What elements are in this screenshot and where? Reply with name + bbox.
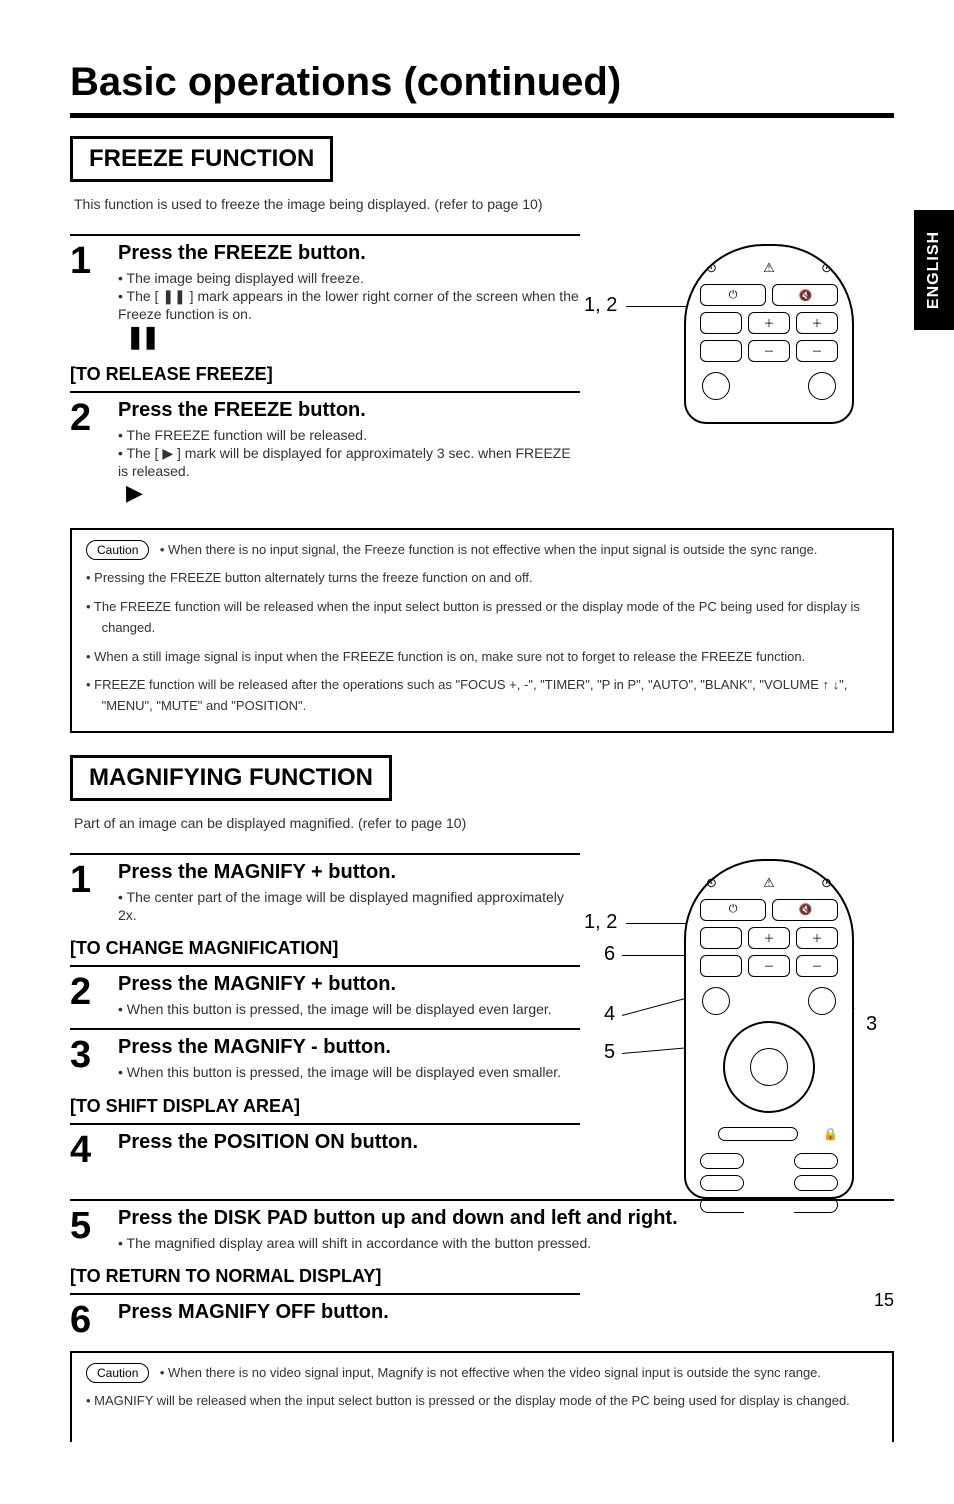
language-tab: ENGLISH xyxy=(914,210,954,330)
caution-bullet: • MAGNIFY will be released when the inpu… xyxy=(86,1391,878,1412)
language-label: ENGLISH xyxy=(925,231,943,309)
power-button: ⏻ xyxy=(700,899,766,921)
step-sub: • The FREEZE function will be released. … xyxy=(118,426,580,481)
step-title: Press the FREEZE button. xyxy=(118,399,580,422)
volume-up-button: ＋ xyxy=(796,927,838,949)
caution-box-magnify: Caution • When there is no video signal … xyxy=(70,1351,894,1442)
volume-down-button: － xyxy=(796,340,838,362)
shift-display-heading: [TO SHIFT DISPLAY AREA] xyxy=(70,1096,580,1117)
caution-label: Caution xyxy=(86,1363,149,1383)
magnify-desc: Part of an image can be displayed magnif… xyxy=(74,815,894,831)
step-number: 1 xyxy=(70,861,118,899)
remote-illustration-magnify: 1, 2 6 4 5 3 ⊙ ⚠ ⊙ ⏻ 🔇 xyxy=(614,853,894,1199)
step-number: 1 xyxy=(70,242,118,280)
magnify-step-4: 4 Press the POSITION ON button. xyxy=(70,1123,580,1169)
step-title: Press the POSITION ON button. xyxy=(118,1131,580,1154)
position-button xyxy=(702,372,730,400)
step-title: Press the FREEZE button. xyxy=(118,242,580,265)
freeze-step-2: 2 Press the FREEZE button. • The FREEZE … xyxy=(70,391,580,507)
caution-bullet: • FREEZE function will be released after… xyxy=(86,675,878,717)
disk-pad xyxy=(723,1021,815,1113)
mute-button: 🔇 xyxy=(772,899,838,921)
magnify-minus-button: － xyxy=(748,340,790,362)
remote-outline: ⊙ ⚠ ⊙ ⏻ 🔇 ＋ ＋ － － xyxy=(684,859,854,1199)
target-icon: ⊙ xyxy=(706,260,717,276)
mute-button: 🔇 xyxy=(772,284,838,306)
step-sub: • The center part of the image will be d… xyxy=(118,888,580,924)
step-title: Press the MAGNIFY + button. xyxy=(118,973,580,996)
caution-box-freeze: Caution • When there is no input signal,… xyxy=(70,528,894,733)
target-icon: ⊙ xyxy=(821,260,832,276)
remote-illustration-freeze: 1, 2 ⊙ ⚠ ⊙ ⏻ 🔇 ＋ ＋ － xyxy=(614,234,894,516)
step-sub: • When this button is pressed, the image… xyxy=(118,1063,580,1081)
remote-small-button xyxy=(700,1153,744,1169)
page-number: 15 xyxy=(874,1290,894,1311)
disk-pad-center xyxy=(750,1048,788,1086)
callout-1-2: 1, 2 xyxy=(584,294,617,317)
warning-icon: ⚠ xyxy=(763,260,775,276)
freeze-step-1: 1 Press the FREEZE button. • The image b… xyxy=(70,234,580,350)
volume-down-button: － xyxy=(796,955,838,977)
callout-6: 6 xyxy=(604,943,615,966)
freeze-desc: This function is used to freeze the imag… xyxy=(74,196,894,212)
magnify-step-1: 1 Press the MAGNIFY + button. • The cent… xyxy=(70,853,580,924)
magnify-step-2: 2 Press the MAGNIFY + button. • When thi… xyxy=(70,965,580,1018)
remote-small-button xyxy=(794,1197,838,1213)
freeze-button xyxy=(700,312,742,334)
step-title: Press the MAGNIFY - button. xyxy=(118,1036,580,1059)
step-number: 4 xyxy=(70,1131,118,1169)
volume-up-button: ＋ xyxy=(796,312,838,334)
position-button xyxy=(702,987,730,1015)
step-number: 3 xyxy=(70,1036,118,1074)
caution-intro: • When there is no input signal, the Fre… xyxy=(160,542,818,557)
change-magnification-heading: [TO CHANGE MAGNIFICATION] xyxy=(70,938,580,959)
page-title: Basic operations (continued) xyxy=(70,60,894,118)
step-number: 5 xyxy=(70,1207,118,1245)
release-freeze-heading: [TO RELEASE FREEZE] xyxy=(70,364,580,385)
magnify-heading: MAGNIFYING FUNCTION xyxy=(70,755,392,801)
caution-bullet: • The FREEZE function will be released w… xyxy=(86,597,878,639)
remote-outline: ⊙ ⚠ ⊙ ⏻ 🔇 ＋ ＋ － － xyxy=(684,244,854,424)
remote-small-button xyxy=(700,1175,744,1191)
caution-label: Caution xyxy=(86,540,149,560)
off-button xyxy=(700,340,742,362)
step-number: 2 xyxy=(70,973,118,1011)
step-number: 2 xyxy=(70,399,118,437)
lock-icon: 🔒 xyxy=(823,1127,838,1141)
callout-3: 3 xyxy=(866,1013,877,1036)
magnify-step-6: 6 Press MAGNIFY OFF button. xyxy=(70,1293,580,1339)
target-icon: ⊙ xyxy=(706,875,717,891)
remote-small-button xyxy=(794,1153,838,1169)
off-button xyxy=(700,955,742,977)
menu-button xyxy=(808,987,836,1015)
magnify-step-3: 3 Press the MAGNIFY - button. • When thi… xyxy=(70,1028,580,1081)
step-sub: • The magnified display area will shift … xyxy=(118,1234,894,1252)
freeze-button xyxy=(700,927,742,949)
caution-bullet: • Pressing the FREEZE button alternately… xyxy=(86,568,878,589)
callout-5: 5 xyxy=(604,1041,615,1064)
step-title: Press MAGNIFY OFF button. xyxy=(118,1301,580,1324)
remote-small-button xyxy=(700,1197,744,1213)
play-icon: ▶ xyxy=(126,480,143,506)
magnify-plus-button: ＋ xyxy=(748,312,790,334)
power-button: ⏻ xyxy=(700,284,766,306)
return-normal-heading: [TO RETURN TO NORMAL DISPLAY] xyxy=(70,1266,894,1287)
warning-icon: ⚠ xyxy=(763,875,775,891)
magnify-plus-button: ＋ xyxy=(748,927,790,949)
step-sub: • The image being displayed will freeze.… xyxy=(118,269,580,324)
step-number: 6 xyxy=(70,1301,118,1339)
caution-intro: • When there is no video signal input, M… xyxy=(160,1365,821,1380)
freeze-heading: FREEZE FUNCTION xyxy=(70,136,333,182)
caution-bullet: • When a still image signal is input whe… xyxy=(86,647,878,668)
magnify-minus-button: － xyxy=(748,955,790,977)
slider xyxy=(718,1127,798,1141)
callout-1-2: 1, 2 xyxy=(584,911,617,934)
remote-small-button xyxy=(794,1175,838,1191)
pause-icon: ❚❚ xyxy=(126,324,157,350)
target-icon: ⊙ xyxy=(821,875,832,891)
callout-4: 4 xyxy=(604,1003,615,1026)
menu-button xyxy=(808,372,836,400)
step-sub: • When this button is pressed, the image… xyxy=(118,1000,580,1018)
step-title: Press the MAGNIFY + button. xyxy=(118,861,580,884)
